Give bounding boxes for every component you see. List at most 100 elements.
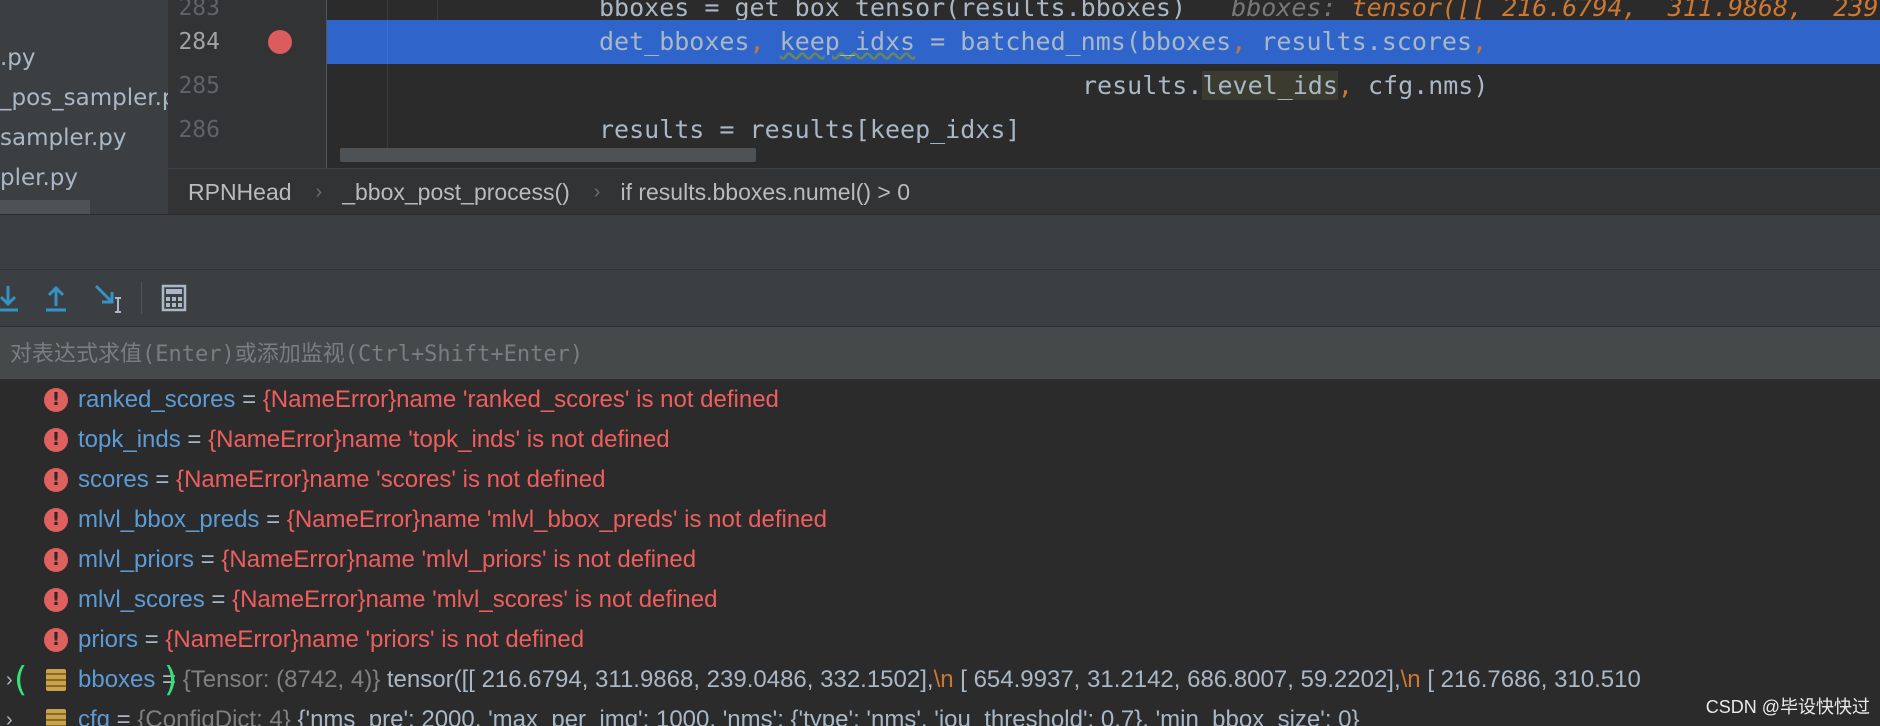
code-text: results.level_ids, cfg.nms) (1082, 64, 1488, 108)
breakpoint-icon[interactable] (268, 30, 292, 54)
run-to-cursor-icon[interactable] (90, 280, 126, 316)
inline-debug-label: bboxes: (1231, 0, 1337, 22)
newline-marker: \n (1400, 666, 1421, 693)
variable-equals: = (110, 706, 138, 726)
debug-toolbar (0, 270, 1880, 327)
variable-name: topk_inds (78, 426, 181, 453)
project-file-item[interactable]: pler.py (0, 160, 78, 196)
variable-row-cfg[interactable]: › cfg = {ConfigDict: 4} {'nms_pre': 2000… (0, 700, 1880, 726)
project-file-item[interactable]: _pos_sampler.p (0, 80, 168, 116)
code-token: keep_idxs (779, 27, 916, 56)
variable-name: ranked_scores (78, 386, 236, 413)
variable-value: {'nms_pre': 2000, 'max_per_img': 1000, '… (290, 706, 1360, 726)
annotation-bracket-left: ( (14, 660, 28, 700)
breadcrumb-class[interactable]: RPNHead (188, 179, 292, 206)
code-text: det_bboxes, keep_idxs = batched_nms(bbox… (599, 20, 1487, 64)
variables-view: ! ranked_scores = {NameError}name 'ranke… (0, 380, 1880, 726)
error-icon: ! (44, 388, 68, 412)
variable-text: bboxes = {Tensor: (8742, 4)} tensor([[ 2… (78, 660, 1641, 700)
variable-equals: = (204, 586, 233, 613)
variable-name: priors (78, 626, 139, 653)
variable-text: topk_inds = {NameError}name 'topk_inds' … (78, 420, 670, 460)
evaluate-expression-icon[interactable] (156, 280, 192, 316)
variable-equals: = (138, 626, 166, 653)
code-token: = batched_nms(bboxes (915, 27, 1232, 56)
variable-text: mlvl_scores = {NameError}name 'mlvl_scor… (78, 580, 717, 620)
variable-name: mlvl_bbox_preds (78, 506, 260, 533)
variable-row[interactable]: ! mlvl_scores = {NameError}name 'mlvl_sc… (0, 580, 1880, 620)
ide-window: .py _pos_sampler.p sampler.py pler.py ul… (0, 0, 1880, 726)
variable-type: {ConfigDict: 4} (137, 706, 291, 726)
code-line: 285 results.level_ids, cfg.nms) (168, 64, 1880, 108)
toolbar-separator (141, 282, 142, 314)
code-token: det_bboxes (599, 27, 750, 56)
breadcrumb-separator: › (315, 180, 323, 203)
indent-guide (387, 20, 388, 64)
annotation-bracket-right: ) (164, 660, 178, 700)
error-icon: ! (44, 468, 68, 492)
variable-name: mlvl_priors (78, 546, 195, 573)
code-line-content[interactable]: results.level_ids, cfg.nms) (327, 64, 1880, 108)
variable-equals: = (180, 426, 209, 453)
variable-equals: = (259, 506, 287, 533)
inline-debug-value: tensor([[ 216.6794, 311.9868, 239 (1351, 0, 1879, 22)
variable-name: scores (78, 466, 149, 493)
variable-error-message: {NameError}name 'ranked_scores' is not d… (262, 386, 779, 413)
project-scrollbar[interactable] (0, 200, 90, 214)
variable-name: mlvl_scores (78, 586, 205, 613)
variable-error-message: {NameError}name 'topk_inds' is not defin… (208, 426, 670, 453)
code-token: , (1472, 27, 1488, 56)
code-token: results.scores (1246, 27, 1473, 56)
variable-value: tensor([[ 216.6794, 311.9868, 239.0486, … (380, 666, 934, 693)
variable-value: [ 216.7686, 310.510 (1420, 666, 1641, 693)
variable-row[interactable]: ! mlvl_priors = {NameError}name 'mlvl_pr… (0, 540, 1880, 580)
error-icon: ! (44, 428, 68, 452)
variable-error-message: {NameError}name 'priors' is not defined (165, 626, 585, 653)
error-icon: ! (44, 628, 68, 652)
variable-text: priors = {NameError}name 'priors' is not… (78, 620, 584, 660)
variable-equals: = (235, 386, 263, 413)
code-line-content[interactable]: results = results[keep_idxs] (327, 108, 1880, 152)
project-tree: .py _pos_sampler.p sampler.py pler.py ul… (0, 0, 168, 214)
code-editor[interactable]: 283 bboxes = get_box_tensor(results.bbox… (168, 0, 1880, 168)
variable-row[interactable]: ! scores = {NameError}name 'scores' is n… (0, 460, 1880, 500)
line-number: 285 (178, 73, 220, 99)
code-line-content[interactable]: det_bboxes, keep_idxs = batched_nms(bbox… (327, 20, 1880, 64)
object-icon (46, 709, 66, 726)
step-into-icon[interactable] (0, 280, 26, 316)
variable-error-message: {NameError}name 'mlvl_priors' is not def… (221, 546, 697, 573)
evaluate-expression-input[interactable] (0, 327, 1880, 381)
editor-horizontal-scrollbar[interactable] (340, 148, 756, 162)
code-text: results = results[keep_idxs] (599, 115, 1021, 144)
code-line: 286 results = results[keep_idxs] (168, 108, 1880, 152)
variable-name: bboxes (78, 666, 156, 693)
error-icon: ! (44, 548, 68, 572)
expand-chevron-icon[interactable]: › (6, 700, 26, 726)
code-token: cfg.nms) (1352, 71, 1489, 100)
newline-marker: \n (933, 666, 954, 693)
project-file-item[interactable]: sampler.py (0, 120, 127, 156)
variable-equals: = (194, 546, 222, 573)
error-icon: ! (44, 588, 68, 612)
breadcrumb: RPNHead › _bbox_post_process() › if resu… (168, 168, 1880, 215)
object-icon (46, 669, 66, 691)
variable-row[interactable]: ! mlvl_bbox_preds = {NameError}name 'mlv… (0, 500, 1880, 540)
project-file-item[interactable]: .py (0, 40, 36, 76)
variable-row[interactable]: ! ranked_scores = {NameError}name 'ranke… (0, 380, 1880, 420)
variable-row[interactable]: ! priors = {NameError}name 'priors' is n… (0, 620, 1880, 660)
variable-row[interactable]: ! topk_inds = {NameError}name 'topk_inds… (0, 420, 1880, 460)
breadcrumb-function[interactable]: _bbox_post_process() (342, 179, 570, 206)
step-out-icon[interactable] (38, 280, 74, 316)
debug-tool-window-header (0, 215, 1880, 270)
line-number: 286 (178, 117, 220, 143)
breadcrumb-separator: › (593, 180, 601, 203)
variable-text: cfg = {ConfigDict: 4} {'nms_pre': 2000, … (78, 700, 1360, 726)
code-token: results. (1082, 71, 1203, 100)
variable-name: cfg (78, 706, 111, 726)
breadcrumb-condition[interactable]: if results.bboxes.numel() > 0 (620, 179, 910, 206)
variable-row-bboxes[interactable]: › ( bboxes = {Tensor: (8742, 4)} tensor(… (0, 660, 1880, 700)
line-number: 284 (178, 29, 220, 55)
code-statement: bboxes = get_box_tensor(results.bboxes) (599, 0, 1186, 22)
code-token: , (1231, 27, 1247, 56)
